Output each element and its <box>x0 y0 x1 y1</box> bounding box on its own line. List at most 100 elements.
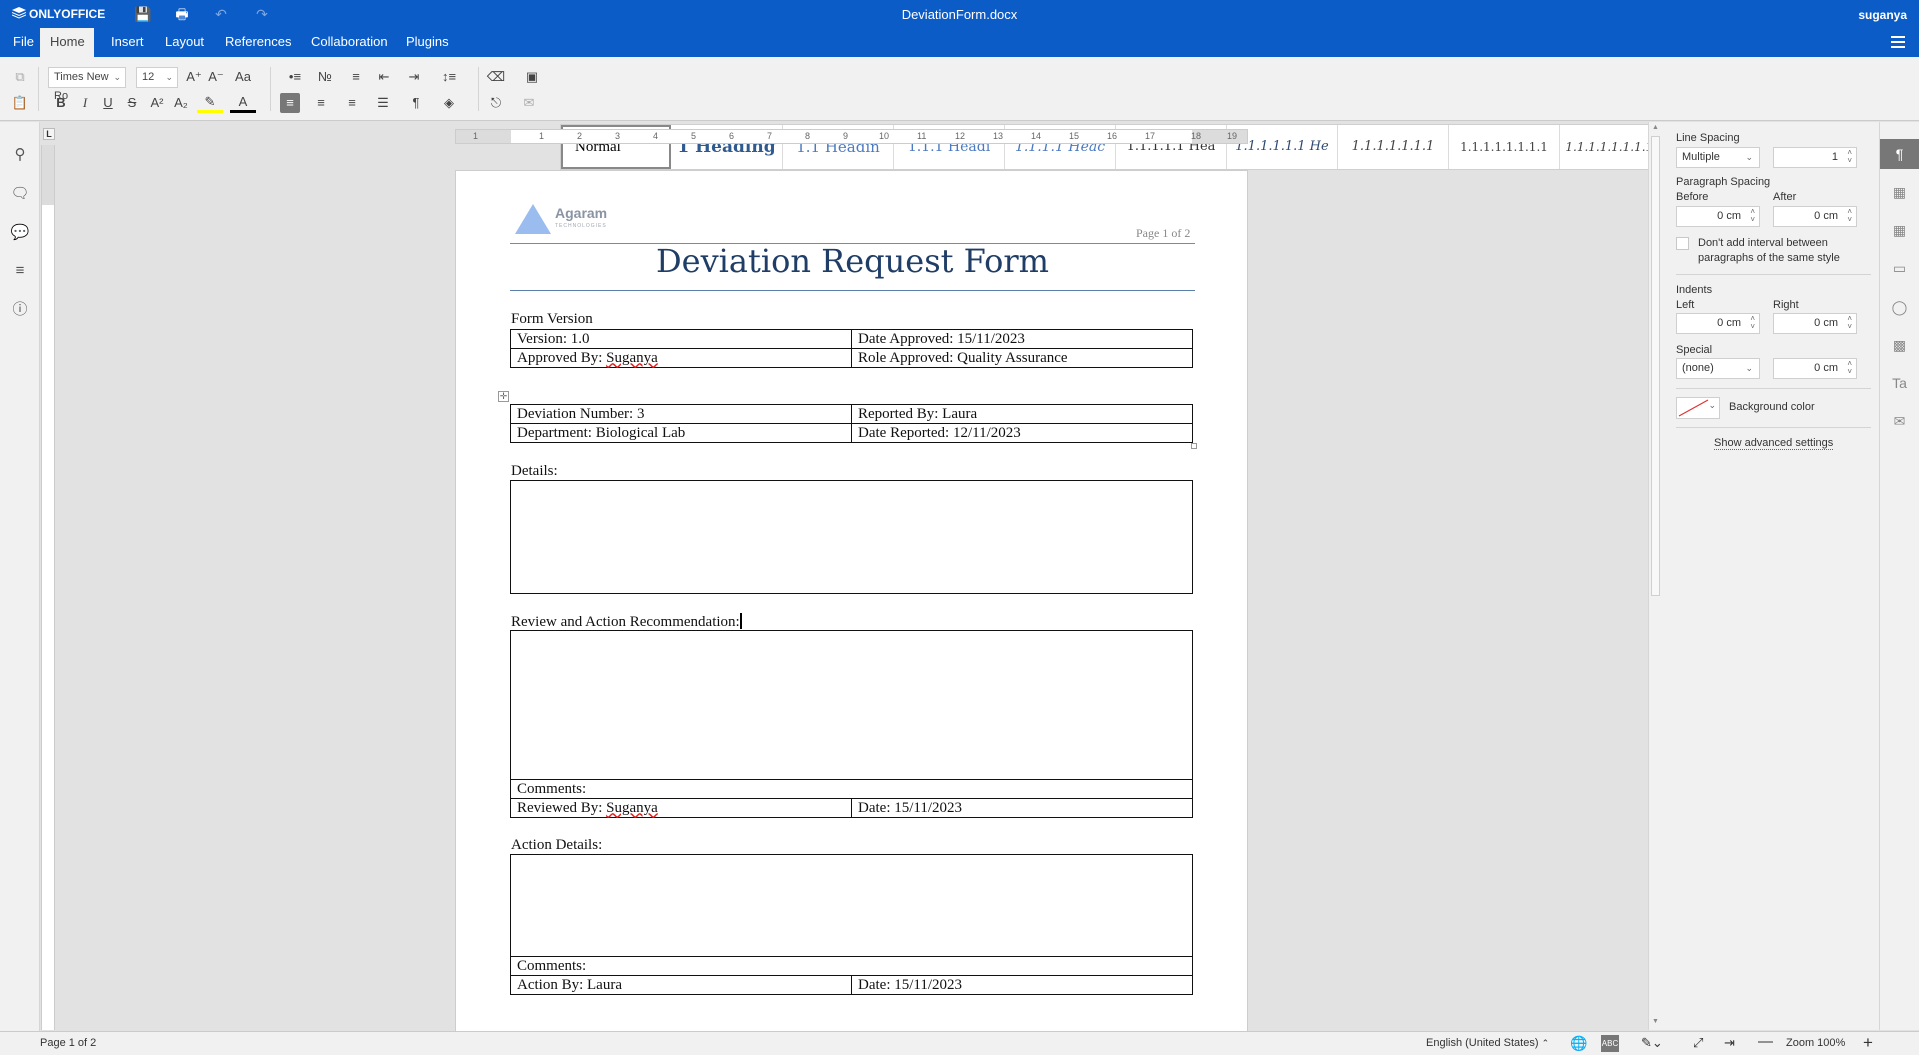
spinner-icon[interactable]: ˄ ˅ <box>1847 208 1852 224</box>
paragraph-settings-icon[interactable]: ¶ <box>1880 139 1919 169</box>
special-indent-select[interactable]: (none) ⌄ <box>1676 358 1760 379</box>
language-select[interactable]: English (United States) ⌃ <box>1426 1037 1549 1049</box>
spinner-icon[interactable]: ˄ ˅ <box>1847 149 1852 165</box>
highlight-color-icon[interactable]: ✎ <box>197 93 223 113</box>
table-cell[interactable]: Role Approved: Quality Assurance <box>851 348 1193 368</box>
action-cell[interactable] <box>510 854 1193 957</box>
tab-plugins[interactable]: Plugins <box>396 28 459 57</box>
scroll-up-icon[interactable]: ▲ <box>1651 124 1660 134</box>
spellcheck-icon[interactable]: ABC <box>1601 1035 1619 1052</box>
mail-merge-icon[interactable]: ✉ <box>519 93 539 113</box>
shape-settings-icon[interactable]: ◯ <box>1880 292 1919 322</box>
table-cell[interactable]: Reported By: Laura <box>851 404 1193 424</box>
decrease-indent-icon[interactable]: ⇤ <box>375 67 393 87</box>
image-settings-icon[interactable]: ▦ <box>1880 215 1919 245</box>
justify-button[interactable]: ☰ <box>373 93 393 113</box>
table-resize-handle[interactable] <box>1191 443 1197 449</box>
vertical-scrollbar[interactable]: ▲ ▼ <box>1648 122 1662 1030</box>
header-footer-settings-icon[interactable]: ▭ <box>1880 253 1919 283</box>
multilevel-list-icon[interactable]: ≡ <box>344 67 368 87</box>
strikethrough-button[interactable]: S <box>123 93 141 113</box>
search-icon[interactable]: ⚲ <box>10 145 30 165</box>
fit-to-page-icon[interactable]: ⤢ <box>1693 1035 1703 1051</box>
show-advanced-settings-link[interactable]: Show advanced settings <box>1714 437 1834 450</box>
align-center-button[interactable]: ≡ <box>311 93 331 113</box>
tab-collaboration[interactable]: Collaboration <box>301 28 398 57</box>
tab-layout[interactable]: Layout <box>155 28 214 57</box>
text-art-settings-icon[interactable]: Ta <box>1880 368 1919 398</box>
about-icon[interactable]: ⓘ <box>10 300 30 320</box>
spinner-icon[interactable]: ˄ ˅ <box>1750 315 1755 331</box>
tab-file[interactable]: File <box>3 28 44 57</box>
fit-to-width-icon[interactable]: ⇥ <box>1724 1035 1735 1051</box>
action-comments-cell[interactable]: Comments: <box>510 956 1193 976</box>
numbered-list-icon[interactable]: № <box>313 67 337 87</box>
tab-insert[interactable]: Insert <box>101 28 154 57</box>
reviewed-by-cell[interactable]: Reviewed By: Suganya <box>510 798 852 818</box>
form-version-label[interactable]: Form Version <box>511 311 593 328</box>
user-name[interactable]: suganya <box>1858 8 1907 22</box>
table-cell[interactable]: Department: Biological Lab <box>510 423 852 443</box>
style-heading-7[interactable]: 1.1.1.1.1.1.1 <box>1338 125 1449 169</box>
superscript-button[interactable]: A² <box>147 93 167 113</box>
align-right-button[interactable]: ≡ <box>342 93 362 113</box>
tab-stop-selector[interactable]: L <box>43 128 55 140</box>
scrollbar-thumb[interactable] <box>1651 136 1660 596</box>
deviation-info-table[interactable]: Deviation Number: 3 Reported By: Laura D… <box>510 404 1193 443</box>
copy-style-icon[interactable]: ⎋ <box>486 93 506 113</box>
action-details-label[interactable]: Action Details: <box>511 837 602 854</box>
subscript-button[interactable]: A₂ <box>171 93 191 113</box>
bullet-list-icon[interactable]: •≡ <box>283 67 307 87</box>
background-color-picker[interactable]: ⌄ <box>1676 397 1720 419</box>
horizontal-ruler[interactable]: 1 1 2 3 4 5 6 7 8 9 10 11 12 13 14 15 16… <box>455 129 1248 144</box>
spinner-icon[interactable]: ˄ ˅ <box>1750 208 1755 224</box>
table-move-handle-icon[interactable]: ✛ <box>498 391 509 402</box>
mail-merge-settings-icon[interactable]: ✉ <box>1880 406 1919 436</box>
action-table[interactable]: Comments: Action By: Laura Date: 15/11/2… <box>510 854 1193 995</box>
page-indicator[interactable]: Page 1 of 2 <box>40 1037 96 1049</box>
font-size-select[interactable]: 12 ⌄ <box>136 67 178 88</box>
table-cell[interactable]: Date Approved: 15/11/2023 <box>851 329 1193 349</box>
hamburger-menu-icon[interactable] <box>1891 36 1905 48</box>
table-cell[interactable]: Deviation Number: 3 <box>510 404 852 424</box>
review-cell[interactable] <box>510 630 1193 780</box>
zoom-out-icon[interactable]: — <box>1758 1033 1773 1050</box>
tab-references[interactable]: References <box>215 28 301 57</box>
review-comments-cell[interactable]: Comments: <box>510 779 1193 799</box>
zoom-in-icon[interactable]: + <box>1863 1033 1873 1053</box>
details-cell[interactable] <box>510 480 1193 594</box>
dont-add-interval-checkbox[interactable] <box>1676 237 1689 250</box>
document-title-heading[interactable]: Deviation Request Form <box>510 242 1195 280</box>
table-cell[interactable]: Version: 1.0 <box>510 329 852 349</box>
copy-icon[interactable]: ⧉ <box>10 67 30 87</box>
action-date-cell[interactable]: Date: 15/11/2023 <box>851 975 1193 995</box>
track-changes-icon[interactable]: ✎⌄ <box>1641 1035 1663 1051</box>
line-spacing-icon[interactable]: ↕≡ <box>437 67 461 87</box>
special-indent-input[interactable]: 0 cm ˄ ˅ <box>1773 358 1857 379</box>
paste-icon[interactable]: 📋 <box>10 93 30 113</box>
spinner-icon[interactable]: ˄ ˅ <box>1847 360 1852 376</box>
line-spacing-value-input[interactable]: 1 ˄ ˅ <box>1773 147 1857 168</box>
spacing-before-input[interactable]: 0 cm ˄ ˅ <box>1676 206 1760 227</box>
indent-right-input[interactable]: 0 cm ˄ ˅ <box>1773 313 1857 334</box>
line-spacing-type-select[interactable]: Multiple ⌄ <box>1676 147 1760 168</box>
font-name-select[interactable]: Times New Ro ⌄ <box>48 67 126 102</box>
italic-button[interactable]: I <box>76 93 94 113</box>
chart-settings-icon[interactable]: ▩ <box>1880 330 1919 360</box>
comments-icon[interactable]: 🗨 <box>10 184 30 204</box>
clear-style-icon[interactable]: ⌫ <box>486 67 506 87</box>
review-table[interactable]: Comments: Reviewed By: Suganya Date: 15/… <box>510 630 1193 818</box>
details-label[interactable]: Details: <box>511 463 558 480</box>
chat-icon[interactable]: 💬 <box>10 223 30 243</box>
tab-home[interactable]: Home <box>40 28 94 57</box>
underline-button[interactable]: U <box>99 93 117 113</box>
shading-icon[interactable]: ◈ <box>436 93 462 113</box>
color-scheme-icon[interactable]: ▣ <box>519 67 545 87</box>
bold-button[interactable]: B <box>52 93 70 113</box>
nonprinting-characters-icon[interactable]: ¶ <box>404 93 428 113</box>
spinner-icon[interactable]: ˄ ˅ <box>1847 315 1852 331</box>
form-version-table[interactable]: Version: 1.0 Date Approved: 15/11/2023 A… <box>510 329 1193 368</box>
details-table[interactable] <box>510 480 1193 594</box>
table-cell[interactable]: Date Reported: 12/11/2023 <box>851 423 1193 443</box>
decrease-font-icon[interactable]: A⁻ <box>207 67 225 87</box>
